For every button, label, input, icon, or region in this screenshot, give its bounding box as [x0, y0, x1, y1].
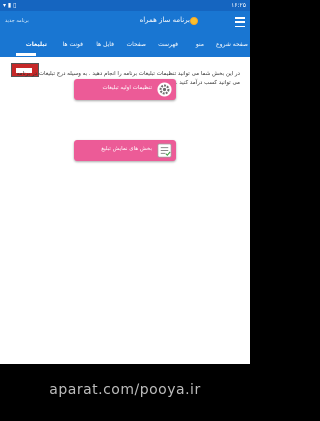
tab-index[interactable]: فهرست: [158, 41, 178, 48]
tab-menu[interactable]: منو: [196, 41, 204, 48]
active-tab-indicator: [16, 53, 36, 56]
app-bar: برنامه جدید برنامه ساز همراه: [0, 11, 250, 35]
ads-initial-settings-button[interactable]: تنظیمات اولیه تبلیغات: [74, 79, 176, 100]
tab-ads[interactable]: تبلیغات: [26, 41, 47, 48]
status-time: ۱۶:۲۵: [231, 2, 246, 9]
ad-display-sections-button[interactable]: بخش های نمایش تبلیغ: [74, 140, 176, 161]
tab-start-page[interactable]: صفحه شروع: [216, 41, 248, 48]
tab-fonts[interactable]: فونت ها: [63, 41, 83, 48]
ad-display-sections-label: بخش های نمایش تبلیغ: [101, 146, 152, 152]
tab-files[interactable]: فایل ها: [96, 41, 114, 48]
project-subtitle[interactable]: برنامه جدید: [5, 18, 29, 24]
app-logo-icon: [190, 17, 198, 25]
status-bar: ▾ ▮ ▯ ۱۶:۲۵: [0, 0, 250, 11]
gear-icon: [157, 82, 172, 97]
ads-content-panel: در این بخش شما می توانید تنظیمات تبلیغات…: [0, 57, 250, 364]
status-icons: ▾ ▮ ▯: [3, 2, 17, 9]
tab-bar: صفحه شروع منو فهرست صفحات فایل ها فونت ه…: [0, 35, 250, 57]
hamburger-menu-icon[interactable]: [235, 17, 245, 27]
ads-initial-settings-label: تنظیمات اولیه تبلیغات: [102, 85, 152, 91]
checklist-icon: [157, 143, 172, 158]
tab-pages[interactable]: صفحات: [127, 41, 146, 48]
app-title: برنامه ساز همراه: [139, 16, 190, 24]
video-watermark: aparat.com/pooya.ir: [49, 382, 201, 398]
